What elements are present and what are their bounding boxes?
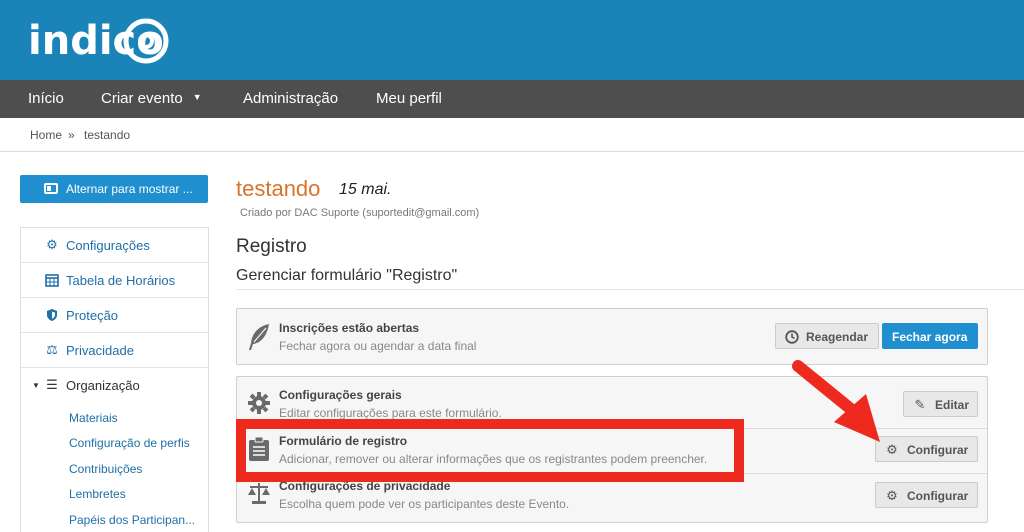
close-now-button[interactable]: Fechar agora	[882, 323, 978, 349]
nav-label: Criar evento	[101, 90, 183, 107]
status-description: Fechar agora ou agendar a data final	[279, 339, 477, 353]
gear-icon	[247, 391, 271, 415]
gear-icon: ⚙	[46, 237, 58, 252]
privacy-settings-description: Escolha quem pode ver os participantes d…	[279, 497, 570, 511]
sidebar-item-organization[interactable]: ▼ ☰ Organização	[21, 368, 208, 403]
sidebar-subitem-reminders[interactable]: Lembretes	[69, 487, 126, 501]
page-title: Registro	[236, 236, 307, 257]
sidebar-item-label: Privacidade	[66, 343, 134, 358]
sidebar-item-protection[interactable]: Proteção	[21, 298, 208, 333]
main-nav: Início Criar evento ▼ Administração Meu p…	[0, 80, 1024, 118]
nav-label: Início	[28, 90, 64, 107]
scale-icon: ⚖	[46, 342, 58, 357]
calendar-icon	[45, 273, 59, 287]
general-settings-title: Configurações gerais	[279, 388, 402, 402]
event-date: 15 mai.	[339, 181, 392, 198]
breadcrumb-current[interactable]: testando	[84, 128, 130, 142]
sidebar-item-timetable[interactable]: Tabela de Horários	[21, 263, 208, 298]
logo-graphic: indico	[28, 18, 169, 64]
highlight-box	[236, 419, 744, 482]
close-now-label: Fechar agora	[892, 330, 968, 344]
logo-text: indico	[28, 18, 164, 64]
event-created-by: Criado por DAC Suporte (suportedit@gmail…	[240, 207, 480, 219]
sidebar-item-label: Organização	[66, 378, 140, 393]
nav-item-create-event[interactable]: Criar evento ▼	[101, 90, 202, 107]
breadcrumb-separator: »	[68, 128, 75, 142]
scale-icon	[247, 481, 271, 505]
nav-item-home[interactable]: Início	[28, 90, 64, 107]
sidebar-item-label: Tabela de Horários	[66, 273, 176, 288]
reschedule-label: Reagendar	[806, 330, 869, 344]
window-icon	[44, 183, 58, 194]
feather-icon	[247, 323, 271, 350]
caret-down-icon: ▼	[192, 92, 202, 103]
toggle-display-button[interactable]: Alternar para mostrar ...	[20, 175, 208, 203]
sidebar-menu: ⚙ Configurações Tabela de Horários Prote…	[20, 227, 209, 532]
status-title: Inscrições estão abertas	[279, 321, 420, 335]
breadcrumb-home-link[interactable]: Home	[30, 128, 62, 142]
divider	[236, 289, 1024, 290]
clock-icon	[785, 330, 799, 344]
nav-label: Administração	[243, 90, 339, 107]
nav-item-administration[interactable]: Administração	[243, 90, 338, 107]
gear-icon: ⚙	[886, 488, 898, 503]
sidebar-item-label: Configurações	[66, 238, 150, 253]
site-header: indico	[0, 0, 1024, 80]
caret-down-icon: ▼	[32, 381, 40, 390]
pencil-icon: ✎	[914, 397, 926, 412]
nav-label: Meu perfil	[376, 90, 442, 107]
page-subtitle: Gerenciar formulário "Registro"	[236, 267, 458, 284]
breadcrumb: Home » testando	[0, 118, 1024, 152]
annotation-arrow	[792, 360, 880, 442]
event-title: testando	[236, 176, 321, 201]
sidebar-item-label: Proteção	[66, 308, 119, 323]
toggle-display-label: Alternar para mostrar ...	[66, 182, 193, 196]
sidebar-subitem-materials[interactable]: Materiais	[69, 411, 118, 425]
sidebar-item-privacy[interactable]: ⚖ Privacidade	[21, 333, 208, 368]
configure-form-button[interactable]: ⚙ Configurar	[875, 436, 978, 462]
general-settings-description: Editar configurações para este formulári…	[279, 406, 502, 420]
sidebar-item-settings[interactable]: ⚙ Configurações	[21, 228, 208, 263]
sidebar-subitem-profile-config[interactable]: Configuração de perfis	[69, 436, 190, 450]
reschedule-button[interactable]: Reagendar	[775, 323, 879, 349]
registration-status-panel: Inscrições estão abertas Fechar agora ou…	[236, 308, 988, 365]
nav-item-my-profile[interactable]: Meu perfil	[376, 90, 442, 107]
configure-privacy-button[interactable]: ⚙ Configurar	[875, 482, 978, 508]
sidebar-subitem-contributions[interactable]: Contribuições	[69, 462, 142, 476]
edit-button[interactable]: ✎ Editar	[903, 391, 978, 417]
configure-label: Configurar	[907, 443, 969, 457]
sidebar-subitem-participant-roles[interactable]: Papéis dos Participan...	[69, 513, 195, 527]
edit-label: Editar	[935, 398, 970, 412]
configure-label: Configurar	[907, 489, 969, 503]
shield-icon	[45, 308, 59, 322]
list-icon: ☰	[46, 377, 58, 392]
indico-logo[interactable]: indico	[28, 8, 178, 72]
